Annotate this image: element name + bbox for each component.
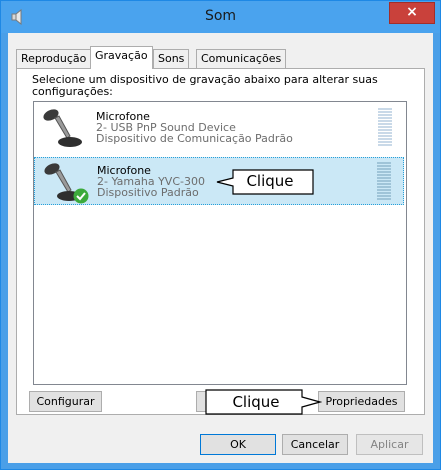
tab-gravacao[interactable]: Gravação [90, 46, 153, 69]
window-title: Som [204, 8, 237, 24]
list-item[interactable]: Microfone 2- USB PnP Sound Device Dispos… [34, 104, 404, 152]
device-status: Dispositivo de Comunicação Padrão [96, 132, 293, 145]
dialog-client: Reprodução Gravação Sons Comunicações Se… [8, 33, 433, 463]
title-bar[interactable]: Som × [1, 1, 440, 33]
default-check-icon [73, 188, 89, 204]
callout-text-bottom: Clique [232, 393, 280, 411]
instruction-text: Selecione um dispositivo de gravação aba… [32, 73, 378, 98]
recording-panel: Selecione um dispositivo de gravação aba… [16, 68, 425, 415]
close-button[interactable]: × [389, 2, 435, 24]
level-meter [377, 162, 391, 202]
configure-button[interactable]: Configurar [29, 391, 102, 412]
tab-comunicacoes[interactable]: Comunicações [196, 49, 287, 68]
tab-reproducao[interactable]: Reprodução [16, 49, 92, 68]
sound-dialog: Som × Reprodução Gravação Sons Comunicaç… [0, 0, 441, 470]
device-list[interactable]: Microfone 2- USB PnP Sound Device Dispos… [33, 101, 407, 385]
level-meter [378, 108, 392, 148]
tab-sons[interactable]: Sons [153, 49, 190, 68]
callout-text-top: Clique [246, 172, 294, 190]
cancel-button[interactable]: Cancelar [282, 434, 348, 455]
properties-button[interactable]: Propriedades [318, 391, 405, 412]
list-item-selected[interactable]: Microfone 2- Yamaha YVC-300 Dispositivo … [34, 157, 404, 205]
apply-button[interactable]: Aplicar [356, 434, 423, 455]
device-status: Dispositivo Padrão [97, 186, 199, 199]
ok-button[interactable]: OK [200, 434, 276, 455]
microphone-icon [43, 109, 82, 147]
